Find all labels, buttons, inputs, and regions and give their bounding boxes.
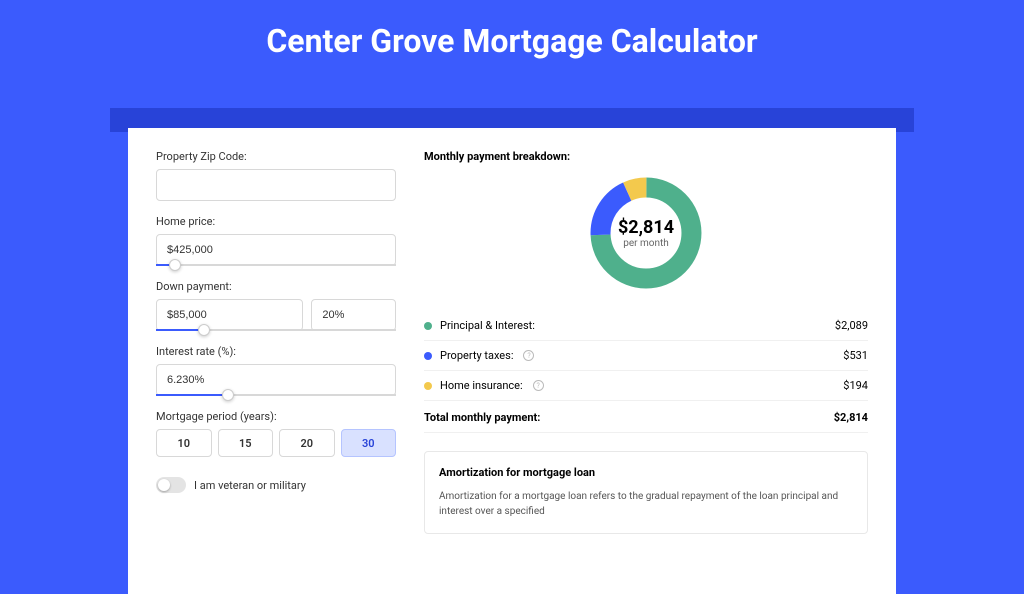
veteran-toggle-row: I am veteran or military <box>156 477 396 493</box>
slider-thumb[interactable] <box>169 259 181 271</box>
period-20-button[interactable]: 20 <box>279 429 335 457</box>
dot-yellow <box>424 382 432 390</box>
amortization-box: Amortization for mortgage loan Amortizat… <box>424 451 868 534</box>
zip-label: Property Zip Code: <box>156 150 396 163</box>
dot-green <box>424 322 432 330</box>
donut-chart: $2,814 per month <box>424 173 868 293</box>
interest-rate-slider[interactable] <box>156 394 396 396</box>
donut-center: $2,814 per month <box>618 217 674 249</box>
line-insurance: Home insurance: ? $194 <box>424 371 868 401</box>
breakdown-title: Monthly payment breakdown: <box>424 150 868 163</box>
amortization-text: Amortization for a mortgage loan refers … <box>439 489 853 519</box>
amortization-title: Amortization for mortgage loan <box>439 466 853 479</box>
period-15-button[interactable]: 15 <box>218 429 274 457</box>
line-label: Property taxes: <box>440 349 513 362</box>
calculator-card: Property Zip Code: Home price: Down paym… <box>128 128 896 594</box>
interest-rate-field-group: Interest rate (%): <box>156 345 396 396</box>
zip-input[interactable] <box>156 169 396 201</box>
period-buttons: 10 15 20 30 <box>156 429 396 457</box>
input-panel: Property Zip Code: Home price: Down paym… <box>156 150 396 534</box>
home-price-label: Home price: <box>156 215 396 228</box>
interest-rate-input[interactable] <box>156 364 396 396</box>
down-payment-label: Down payment: <box>156 280 396 293</box>
home-price-field-group: Home price: <box>156 215 396 266</box>
down-payment-field-group: Down payment: <box>156 280 396 331</box>
line-label: Home insurance: <box>440 379 523 392</box>
period-label: Mortgage period (years): <box>156 410 396 423</box>
veteran-toggle[interactable] <box>156 477 186 493</box>
home-price-input[interactable] <box>156 234 396 266</box>
down-payment-input[interactable] <box>156 299 303 331</box>
line-total: Total monthly payment: $2,814 <box>424 401 868 433</box>
line-value: $2,089 <box>835 319 868 332</box>
period-30-button[interactable]: 30 <box>341 429 397 457</box>
interest-rate-label: Interest rate (%): <box>156 345 396 358</box>
line-label: Principal & Interest: <box>440 319 535 332</box>
info-icon[interactable]: ? <box>523 350 534 361</box>
dot-blue <box>424 352 432 360</box>
line-value: $194 <box>843 379 868 392</box>
zip-field-group: Property Zip Code: <box>156 150 396 201</box>
total-value: $2,814 <box>834 411 868 424</box>
line-taxes: Property taxes: ? $531 <box>424 341 868 371</box>
line-principal: Principal & Interest: $2,089 <box>424 311 868 341</box>
total-label: Total monthly payment: <box>424 411 540 424</box>
breakdown-panel: Monthly payment breakdown: $2,814 per mo… <box>424 150 868 534</box>
slider-thumb[interactable] <box>222 389 234 401</box>
down-payment-pct-input[interactable] <box>311 299 396 331</box>
line-value: $531 <box>843 349 868 362</box>
donut-sublabel: per month <box>618 238 674 249</box>
info-icon[interactable]: ? <box>533 380 544 391</box>
period-10-button[interactable]: 10 <box>156 429 212 457</box>
home-price-slider[interactable] <box>156 264 396 266</box>
period-field-group: Mortgage period (years): 10 15 20 30 <box>156 410 396 457</box>
page-title: Center Grove Mortgage Calculator <box>0 0 1024 75</box>
veteran-label: I am veteran or military <box>194 479 306 492</box>
slider-thumb[interactable] <box>198 324 210 336</box>
donut-amount: $2,814 <box>618 217 674 238</box>
down-payment-slider[interactable] <box>156 329 396 331</box>
